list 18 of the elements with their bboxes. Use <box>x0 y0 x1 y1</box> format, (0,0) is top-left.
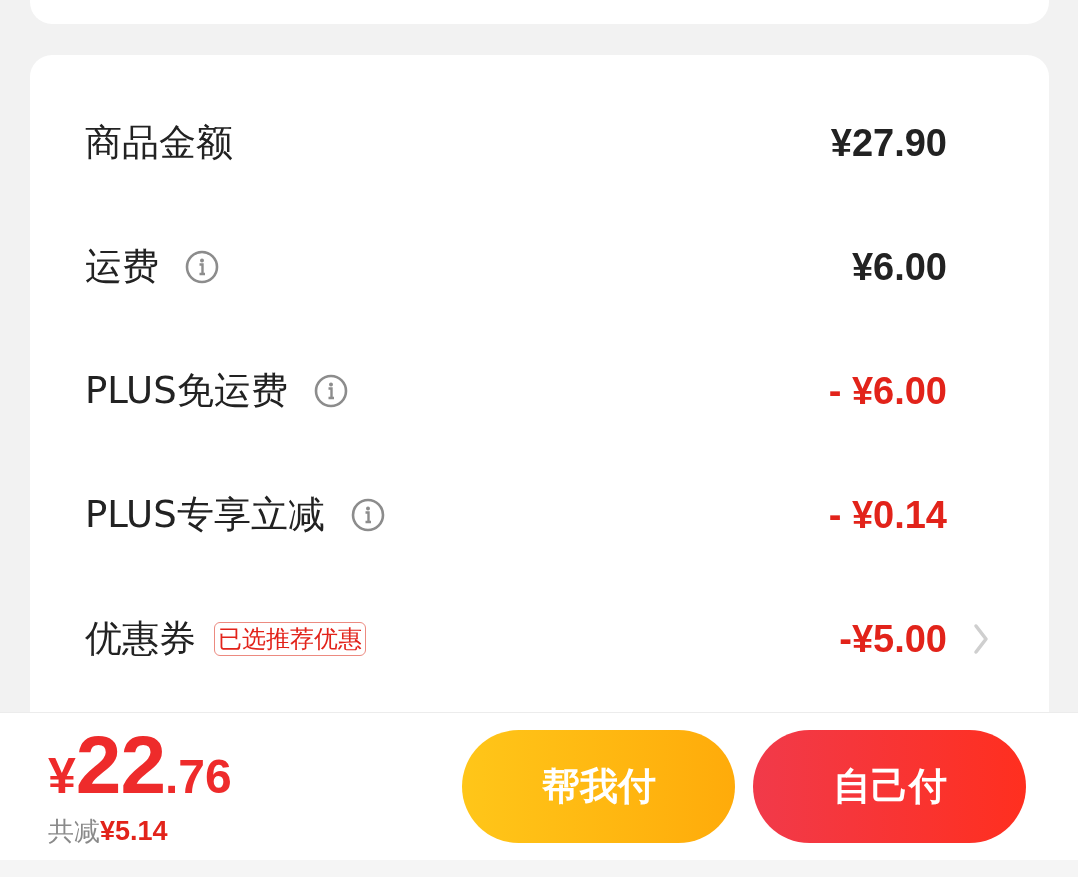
info-icon[interactable] <box>185 250 219 284</box>
coupon-tag: 已选推荐优惠 <box>214 622 366 656</box>
fee-label: PLUS专享立减 <box>85 492 325 538</box>
info-icon[interactable] <box>313 374 348 408</box>
fee-label: 运费 <box>85 244 159 290</box>
amount-value: ¥27.90 <box>830 121 947 165</box>
savings-label: 共减 <box>48 815 100 848</box>
savings-amount: ¥5.14 <box>100 816 168 847</box>
pay-button[interactable]: 自己付 <box>753 730 1026 843</box>
amount-value: - ¥0.14 <box>828 493 947 537</box>
fee-label: PLUS免运费 <box>85 368 288 414</box>
amount-value: -¥5.00 <box>839 617 947 661</box>
fee-label: 优惠券 <box>85 616 196 662</box>
info-icon[interactable] <box>350 498 385 532</box>
amount-value: - ¥6.00 <box>828 369 947 413</box>
amount-value: ¥6.00 <box>851 245 947 289</box>
fee-label: 商品金额 <box>85 120 233 166</box>
total-price: ¥22.76 <box>48 724 232 806</box>
